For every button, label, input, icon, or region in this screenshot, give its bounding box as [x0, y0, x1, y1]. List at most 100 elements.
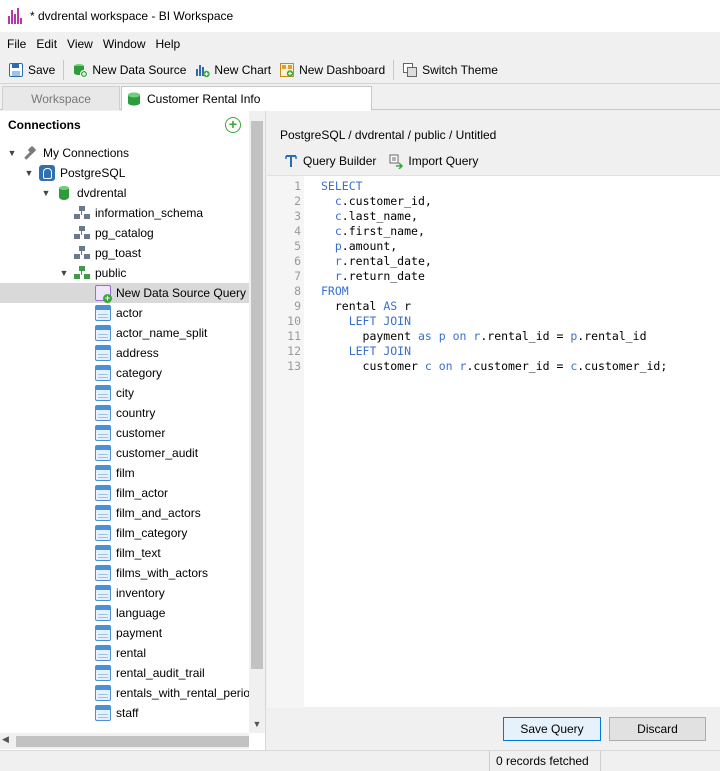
code-line[interactable]: rental AS r [321, 299, 411, 314]
table-icon [95, 525, 111, 541]
tree-node-postgresql[interactable]: ▼ PostgreSQL [0, 163, 249, 183]
tree-node-label: public [95, 266, 127, 280]
tree-node-schema[interactable]: pg_toast [0, 243, 249, 263]
tree-node-label: PostgreSQL [60, 166, 126, 180]
new-dashboard-button[interactable]: New Dashboard [275, 58, 389, 82]
tree-node-table[interactable]: rental_audit_trail [0, 663, 249, 683]
tab-workspace-label: Workspace [31, 91, 91, 106]
table-icon [95, 705, 111, 721]
scrollbar-thumb[interactable] [251, 121, 263, 669]
tree-node-table[interactable]: payment [0, 623, 249, 643]
code-line[interactable]: r.return_date [321, 269, 425, 284]
tree-node-label: actor_name_split [116, 326, 208, 340]
scroll-down-icon[interactable]: ▼ [251, 719, 263, 733]
tree-node-label: film_category [116, 526, 188, 540]
tree-node-table[interactable]: category [0, 363, 249, 383]
tree-node-table[interactable]: actor_name_split [0, 323, 249, 343]
tree-node-table[interactable]: customer_audit [0, 443, 249, 463]
switch-theme-icon [402, 62, 418, 78]
import-query-label: Import Query [408, 154, 479, 168]
tree-node-table[interactable]: customer [0, 423, 249, 443]
discard-button[interactable]: Discard [609, 717, 706, 741]
tree-node-table[interactable]: film_actor [0, 483, 249, 503]
add-connection-icon[interactable]: + [225, 117, 241, 133]
tab-workspace[interactable]: Workspace [2, 86, 120, 110]
scrollbar-thumb[interactable] [16, 736, 249, 747]
collapse-arrow-icon[interactable]: ▼ [40, 187, 52, 199]
code-line[interactable]: p.amount, [321, 239, 397, 254]
scroll-left-icon[interactable]: ◀ [2, 734, 9, 745]
switch-theme-button[interactable]: Switch Theme [398, 58, 502, 82]
code-line[interactable]: payment as p on r.rental_id = p.rental_i… [321, 329, 647, 344]
schema-icon [74, 225, 90, 241]
tree-node-table[interactable]: rental [0, 643, 249, 663]
menu-help[interactable]: Help [151, 37, 186, 51]
tree-node-table[interactable]: staff [0, 703, 249, 723]
import-query-icon [388, 153, 404, 170]
tree-node-table[interactable]: address [0, 343, 249, 363]
discard-label: Discard [637, 722, 678, 736]
tree-node-table[interactable]: city [0, 383, 249, 403]
save-query-label: Save Query [520, 722, 584, 736]
table-icon [95, 485, 111, 501]
new-chart-button[interactable]: New Chart [190, 58, 275, 82]
table-icon [95, 665, 111, 681]
title-bar: * dvdrental workspace - BI Workspace [0, 0, 720, 32]
postgresql-icon [39, 165, 55, 181]
line-number: 5 [294, 239, 301, 253]
code-line[interactable]: LEFT JOIN [321, 344, 411, 359]
menu-window[interactable]: Window [98, 37, 151, 51]
collapse-arrow-icon[interactable]: ▼ [6, 147, 18, 159]
code-line[interactable]: c.last_name, [321, 209, 418, 224]
code-line[interactable]: c.first_name, [321, 224, 425, 239]
code-line[interactable]: c.customer_id, [321, 194, 432, 209]
collapse-arrow-icon[interactable]: ▼ [58, 267, 70, 279]
sql-editor[interactable]: 1 SELECT 2 c.customer_id, 3 c.last_name, 4 c… [267, 175, 720, 708]
tab-customer-rental-info[interactable]: Customer Rental Info [121, 86, 372, 111]
tree-node-table[interactable]: rentals_with_rental_perio [0, 683, 249, 703]
menu-edit[interactable]: Edit [31, 37, 62, 51]
tree-node-new-data-source-query[interactable]: New Data Source Query [0, 283, 249, 303]
table-icon [95, 385, 111, 401]
code-line[interactable]: SELECT [321, 179, 363, 194]
tree-node-label: language [116, 606, 166, 620]
tree-node-table[interactable]: film_category [0, 523, 249, 543]
database-icon [126, 91, 142, 107]
save-button[interactable]: Save [4, 58, 59, 82]
tree-node-table[interactable]: film_text [0, 543, 249, 563]
tree-node-my-connections[interactable]: ▼ My Connections [0, 143, 249, 163]
tree-horizontal-scrollbar[interactable]: ◀ [0, 733, 249, 749]
tree-node-table[interactable]: film_and_actors [0, 503, 249, 523]
status-divider [600, 751, 601, 771]
collapse-arrow-icon[interactable]: ▼ [23, 167, 35, 179]
code-line[interactable]: customer c on r.customer_id = c.customer… [321, 359, 668, 374]
code-line[interactable]: r.rental_date, [321, 254, 432, 269]
tree-node-schema[interactable]: pg_catalog [0, 223, 249, 243]
tree-node-schema[interactable]: information_schema [0, 203, 249, 223]
query-builder-button[interactable]: Query Builder [281, 149, 378, 173]
schema-icon [74, 265, 90, 281]
tree-node-table[interactable]: country [0, 403, 249, 423]
save-icon [8, 62, 24, 78]
tree-node-table[interactable]: language [0, 603, 249, 623]
tree-node-public[interactable]: ▼ public [0, 263, 249, 283]
line-number: 7 [294, 269, 301, 283]
tree-node-table[interactable]: films_with_actors [0, 563, 249, 583]
import-query-button[interactable]: Import Query [386, 149, 480, 173]
tree-node-dvdrental[interactable]: ▼ dvdrental [0, 183, 249, 203]
schema-icon [74, 205, 90, 221]
menu-file[interactable]: File [2, 37, 31, 51]
tree-node-label: staff [116, 706, 139, 720]
switch-theme-label: Switch Theme [422, 62, 498, 77]
tree-node-label: My Connections [43, 146, 130, 160]
new-data-source-button[interactable]: New Data Source [68, 58, 190, 82]
tree-node-table[interactable]: inventory [0, 583, 249, 603]
save-query-button[interactable]: Save Query [503, 717, 601, 741]
tree-node-table[interactable]: film [0, 463, 249, 483]
tree-vertical-scrollbar[interactable]: ▼ [249, 111, 265, 733]
code-line[interactable]: FROM [321, 284, 349, 299]
code-line[interactable]: LEFT JOIN [321, 314, 411, 329]
menu-view[interactable]: View [62, 37, 98, 51]
new-chart-icon [194, 62, 211, 78]
tree-node-table[interactable]: actor [0, 303, 249, 323]
